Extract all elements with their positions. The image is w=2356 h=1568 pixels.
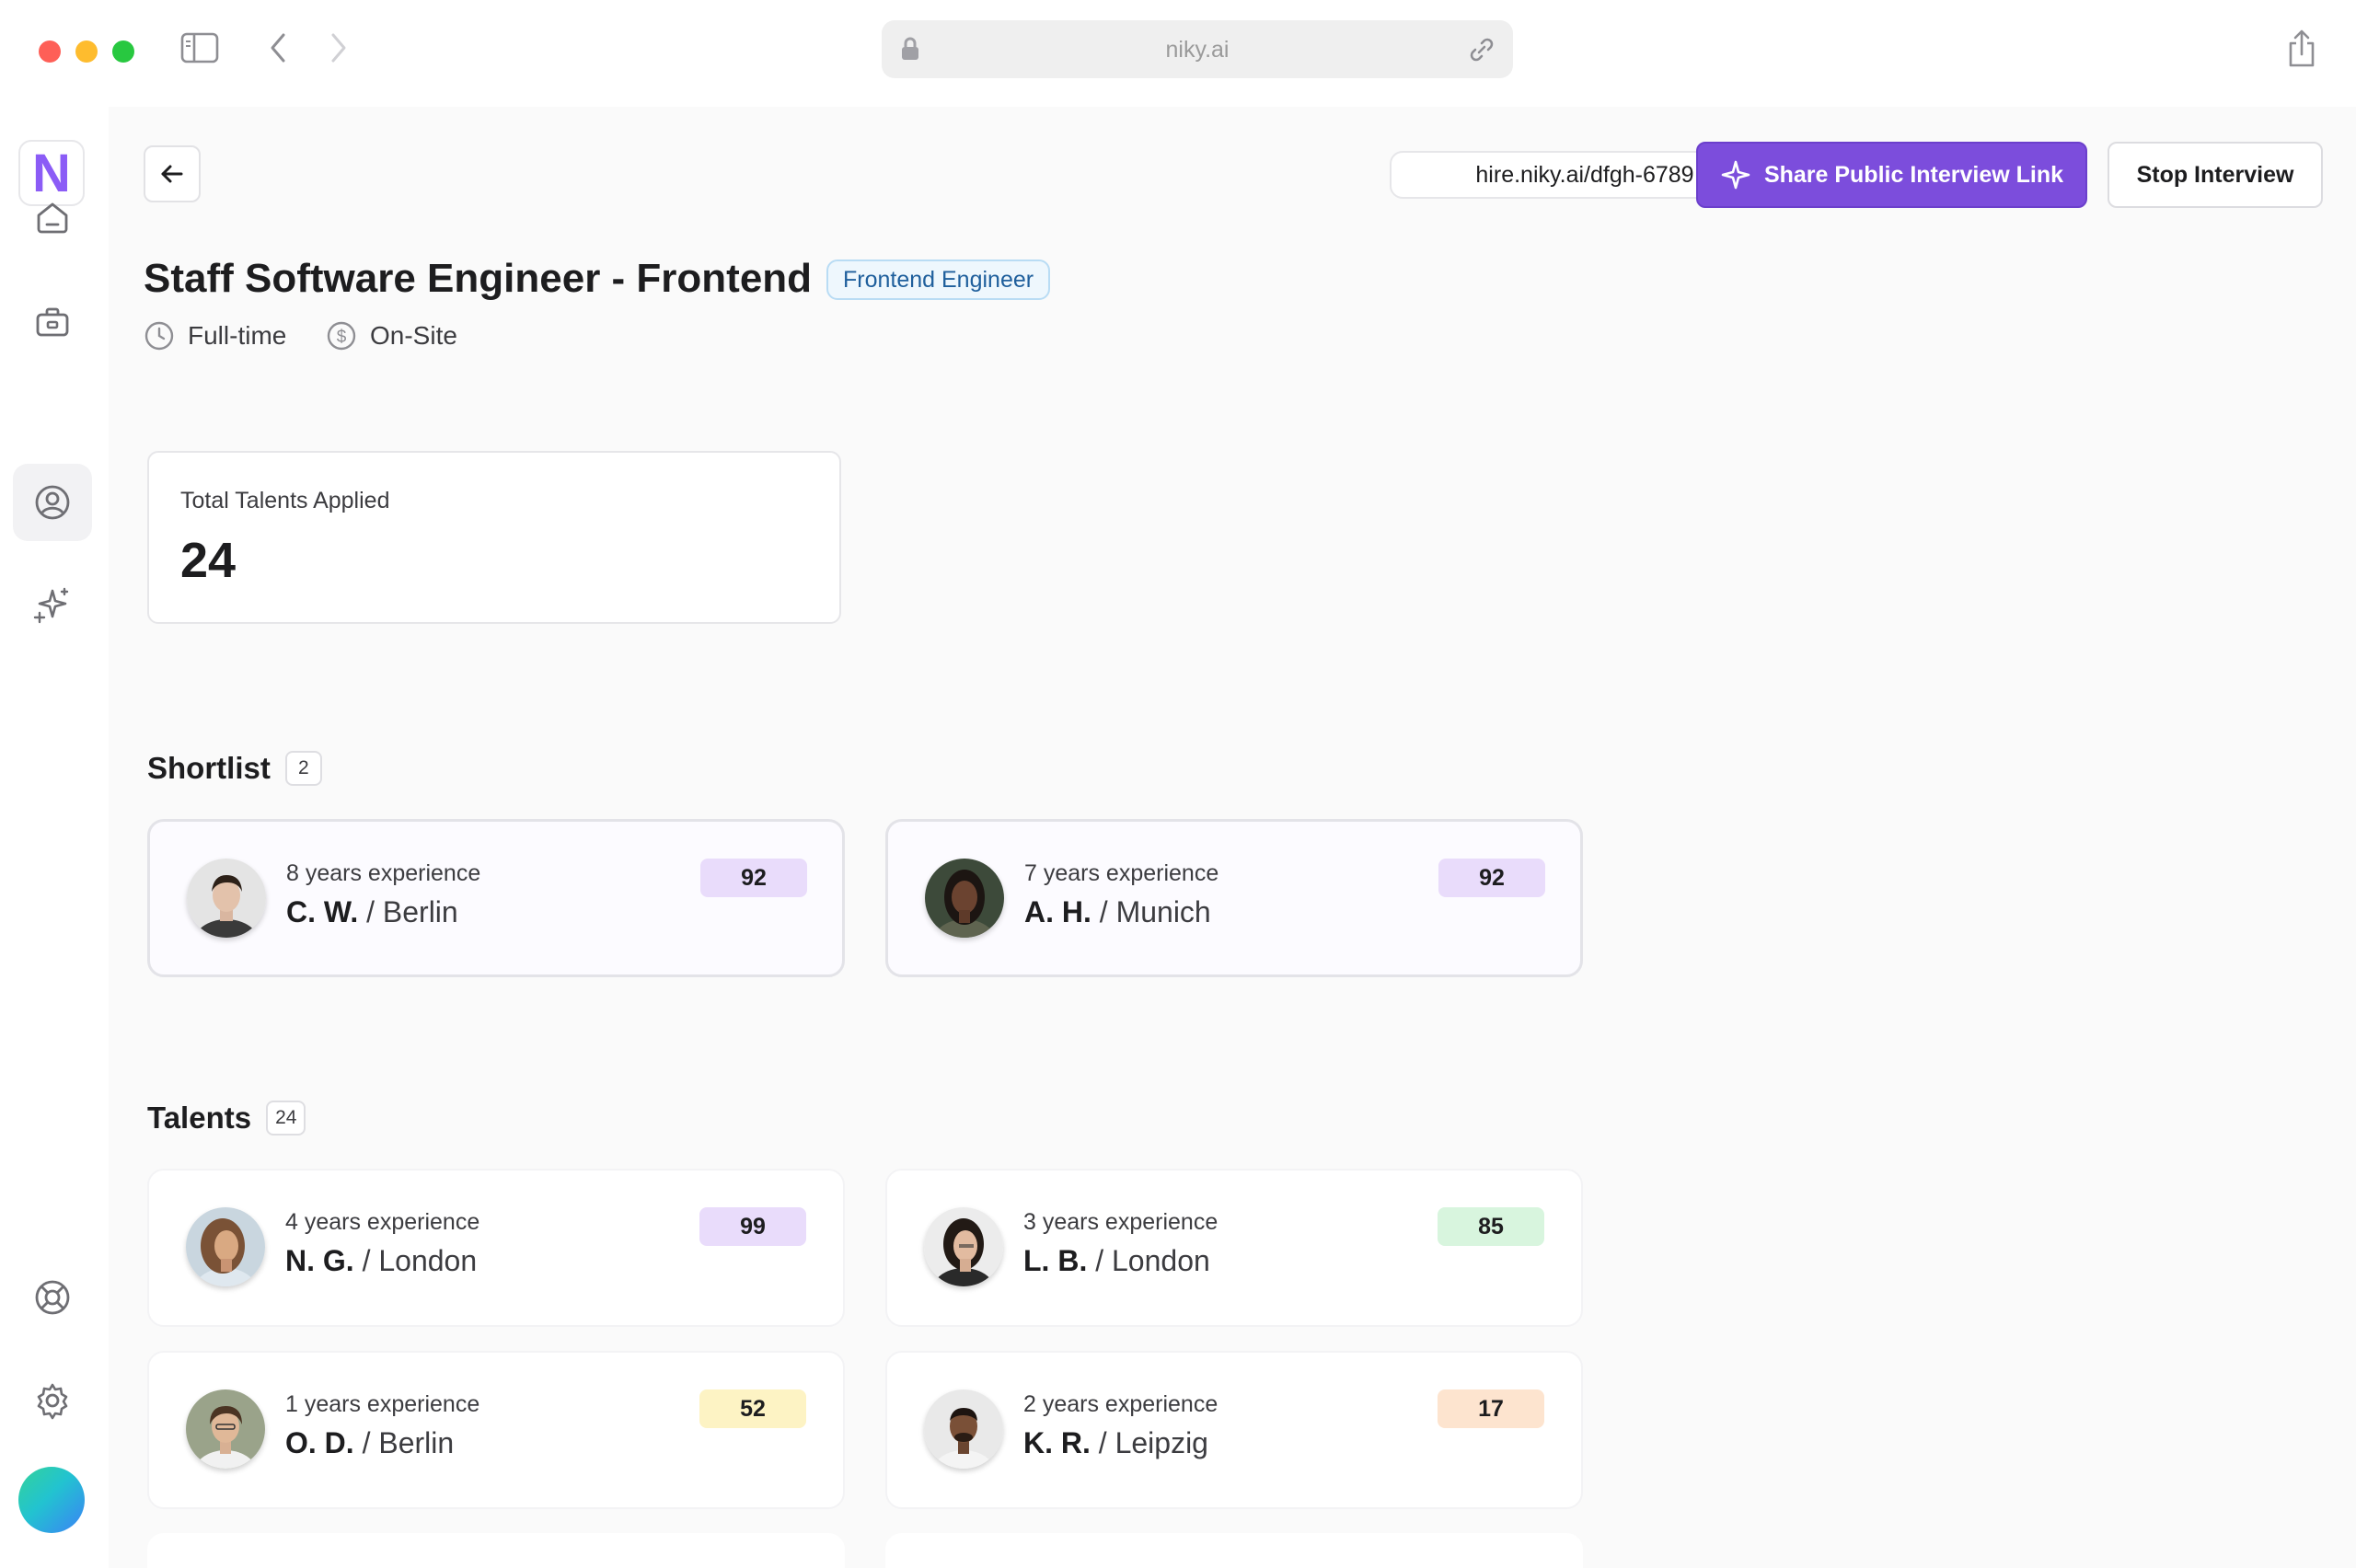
- talent-card[interactable]: 3 years experience L. B. / London 85: [885, 1169, 1583, 1327]
- talent-card-partial[interactable]: [147, 1533, 845, 1568]
- sparkle-icon: [1721, 160, 1750, 190]
- talent-location: London: [1112, 1244, 1210, 1277]
- employment-type: Full-time: [144, 320, 286, 352]
- avatar: [924, 1389, 1003, 1469]
- score-badge: 85: [1438, 1207, 1544, 1246]
- employment-type-label: Full-time: [188, 321, 287, 350]
- avatar: [925, 859, 1004, 938]
- experience: 2 years experience: [1023, 1391, 1218, 1417]
- avatar: [924, 1207, 1003, 1286]
- sparkles-icon[interactable]: [13, 567, 92, 644]
- talent-name: O. D. / Berlin: [285, 1426, 455, 1459]
- talent-location: Berlin: [382, 895, 458, 928]
- user-avatar[interactable]: [18, 1467, 85, 1533]
- share-button-label: Share Public Interview Link: [1763, 161, 2064, 188]
- talents-title: Talents: [147, 1101, 252, 1135]
- talent-location: Leipzig: [1114, 1426, 1208, 1459]
- lifebuoy-icon[interactable]: [13, 1259, 92, 1336]
- talent-initials: A. H.: [1024, 895, 1091, 928]
- score-badge: 99: [699, 1207, 806, 1246]
- score-badge: 17: [1438, 1389, 1544, 1428]
- briefcase-icon[interactable]: [13, 283, 92, 361]
- stop-interview-button[interactable]: Stop Interview: [2108, 142, 2323, 208]
- talent-initials: O. D.: [285, 1426, 354, 1459]
- stat-value: 24: [180, 533, 237, 588]
- talent-initials: L. B.: [1023, 1244, 1088, 1277]
- talent-card[interactable]: 4 years experience N. G. / London 99: [147, 1169, 845, 1327]
- avatar: [187, 859, 266, 938]
- user-circle-icon[interactable]: [13, 464, 92, 541]
- talent-location: London: [378, 1244, 478, 1277]
- experience: 8 years experience: [286, 860, 481, 886]
- home-icon[interactable]: [13, 179, 92, 256]
- browser-back-icon[interactable]: [261, 29, 294, 66]
- shortlist-title: Shortlist: [147, 751, 271, 785]
- experience: 3 years experience: [1023, 1209, 1218, 1235]
- location-type: $ On-Site: [326, 320, 457, 352]
- share-public-link-button[interactable]: Share Public Interview Link: [1696, 142, 2087, 208]
- talents-count: 24: [266, 1101, 306, 1136]
- shortlist-count: 2: [284, 751, 322, 786]
- talent-location: Munich: [1115, 895, 1211, 928]
- experience: 7 years experience: [1024, 860, 1219, 886]
- link-icon[interactable]: [1467, 35, 1496, 64]
- shortlist-heading: Shortlist 2: [147, 751, 322, 786]
- back-button[interactable]: [144, 145, 201, 202]
- zoom-window-button[interactable]: [112, 40, 134, 63]
- browser-forward-icon[interactable]: [322, 29, 355, 66]
- avatar: [186, 1389, 265, 1469]
- talent-initials: N. G.: [285, 1244, 354, 1277]
- clock-icon: [144, 321, 174, 351]
- score-badge: 92: [1438, 859, 1545, 897]
- talent-name: A. H. / Munich: [1024, 895, 1211, 928]
- talent-name: C. W. / Berlin: [286, 895, 458, 928]
- talent-card-partial[interactable]: [885, 1533, 1583, 1568]
- talent-name: L. B. / London: [1023, 1244, 1210, 1277]
- experience: 4 years experience: [285, 1209, 480, 1235]
- total-talents-card: Total Talents Applied 24: [147, 451, 841, 624]
- svg-text:$: $: [337, 328, 347, 347]
- talent-name: K. R. / Leipzig: [1023, 1426, 1208, 1459]
- talent-initials: C. W.: [286, 895, 359, 928]
- talent-card[interactable]: 2 years experience K. R. / Leipzig 17: [885, 1351, 1583, 1509]
- main-content: hire.niky.ai/dfgh-6789 Share Public Inte…: [109, 107, 2356, 1568]
- url-text: niky.ai: [1165, 37, 1230, 63]
- role-badge: Frontend Engineer: [826, 259, 1051, 300]
- app-sidebar: N: [0, 107, 109, 1568]
- dollar-circle-icon: $: [327, 321, 356, 351]
- talent-card[interactable]: 1 years experience O. D. / Berlin 52: [147, 1351, 845, 1509]
- arrow-left-icon: [161, 165, 183, 183]
- sidebar-toggle-icon[interactable]: [180, 31, 219, 64]
- close-window-button[interactable]: [39, 40, 61, 63]
- talent-name: N. G. / London: [285, 1244, 478, 1277]
- location-type-label: On-Site: [370, 321, 457, 350]
- talent-location: Berlin: [378, 1426, 455, 1459]
- score-badge: 52: [699, 1389, 806, 1428]
- share-icon[interactable]: [2281, 26, 2323, 72]
- shortlist-card[interactable]: 8 years experience C. W. / Berlin 92: [147, 819, 845, 977]
- score-badge: 92: [700, 859, 807, 897]
- avatar: [186, 1207, 265, 1286]
- page-title: Staff Software Engineer - Frontend: [144, 256, 813, 301]
- minimize-window-button[interactable]: [75, 40, 98, 63]
- browser-toolbar: niky.ai: [0, 0, 2356, 107]
- talents-heading: Talents 24: [147, 1101, 306, 1136]
- talent-initials: K. R.: [1023, 1426, 1091, 1459]
- address-bar[interactable]: niky.ai: [882, 20, 1513, 78]
- experience: 1 years experience: [285, 1391, 480, 1417]
- stat-label: Total Talents Applied: [180, 488, 390, 513]
- shortlist-card[interactable]: 7 years experience A. H. / Munich 92: [885, 819, 1583, 977]
- gear-icon[interactable]: [13, 1362, 92, 1439]
